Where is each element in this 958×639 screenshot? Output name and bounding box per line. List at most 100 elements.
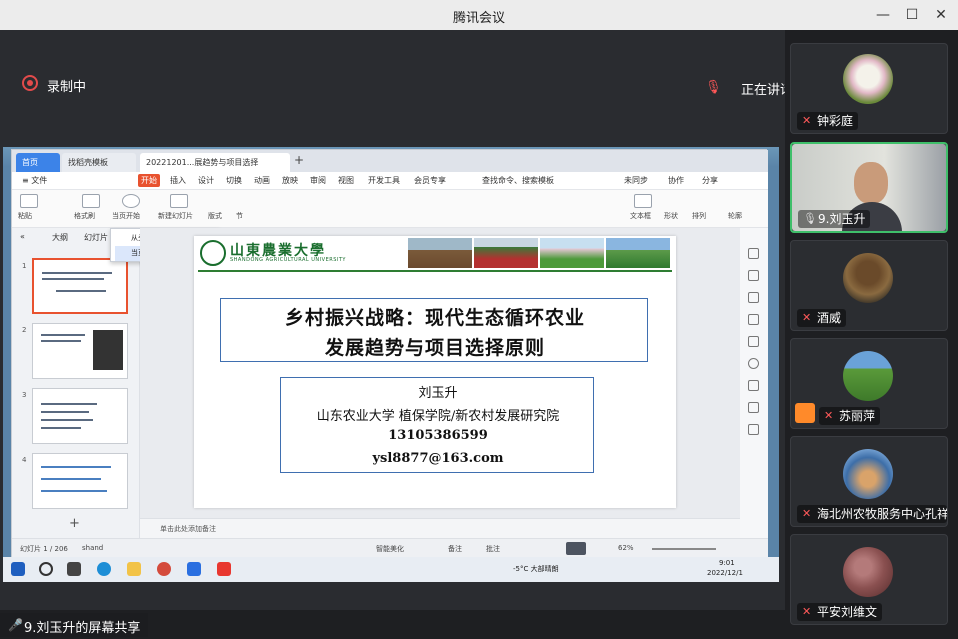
- menu-animation[interactable]: 动画: [254, 175, 270, 186]
- minimize-button[interactable]: —: [872, 4, 894, 26]
- weather[interactable]: -5°C 大部晴朗: [513, 564, 559, 574]
- tool-icon[interactable]: [748, 402, 759, 413]
- title-box[interactable]: 乡村振兴战略：现代生态循环农业 发展趋势与项目选择原则: [220, 298, 648, 362]
- slide-thumbnail[interactable]: [32, 388, 128, 444]
- new-tab-icon[interactable]: +: [294, 153, 304, 167]
- section-label[interactable]: 节: [236, 211, 243, 221]
- slide-thumbnail[interactable]: [32, 453, 128, 509]
- tab-home[interactable]: 首页: [16, 153, 60, 172]
- clock-time[interactable]: 9:01: [719, 559, 735, 567]
- menu-member[interactable]: 会员专享: [414, 175, 446, 186]
- tab-template[interactable]: 找稻壳模板: [62, 153, 136, 172]
- command-search[interactable]: 查找命令、搜索模板: [482, 175, 554, 186]
- tool-icon[interactable]: [748, 292, 759, 303]
- start-current-label[interactable]: 当页开始: [112, 211, 140, 221]
- tab-slides[interactable]: 幻灯片: [84, 232, 108, 243]
- comments-button[interactable]: 批注: [486, 544, 500, 554]
- new-slide-icon[interactable]: [170, 194, 188, 208]
- play-slideshow-button[interactable]: [566, 542, 586, 555]
- arrange-label[interactable]: 排列: [692, 211, 706, 221]
- wps-app-icon[interactable]: [217, 562, 231, 576]
- menu-unsynced[interactable]: 未同步: [624, 175, 648, 186]
- participant-tile[interactable]: ✕ 钟彩庭: [790, 43, 948, 134]
- notes-bar[interactable]: 单击此处添加备注: [140, 518, 740, 538]
- user-icon: [795, 403, 815, 423]
- add-slide-icon[interactable]: +: [69, 516, 80, 531]
- chrome-icon[interactable]: [157, 562, 171, 576]
- participant-avatar: [843, 547, 893, 597]
- tool-icon[interactable]: [748, 270, 759, 281]
- current-slide[interactable]: 山東農業大學 SHANDONG AGRICULTURAL UNIVERSITY …: [194, 236, 676, 508]
- participant-tile[interactable]: 🎙 9.刘玉升: [790, 142, 948, 233]
- paste-icon[interactable]: [20, 194, 38, 208]
- tab-outline[interactable]: 大纲: [52, 232, 68, 243]
- tool-icon[interactable]: [748, 424, 759, 435]
- textbox-icon[interactable]: [634, 194, 652, 208]
- menu-view[interactable]: 视图: [338, 175, 354, 186]
- slide-thumbnail[interactable]: [32, 258, 128, 314]
- wps-status-bar: 幻灯片 1 / 206 shand 智能美化 备注 批注 62%: [12, 538, 768, 558]
- play-icon[interactable]: [122, 194, 140, 208]
- right-toolbar: [740, 228, 768, 538]
- mic-muted-icon: 🎙: [705, 80, 722, 95]
- tencent-meeting-window: 腾讯会议 — ☐ ✕ 录制中 🎙 正在讲话: 9.刘玉升; 首页 找稻壳模板 2…: [0, 0, 958, 639]
- layout-label[interactable]: 版式: [208, 211, 222, 221]
- participant-name: ✕ 海北州农牧服务中心孔祥...: [797, 505, 947, 523]
- smart-beautify-button[interactable]: 智能美化: [376, 544, 404, 554]
- mic-muted-icon: ✕: [802, 605, 812, 618]
- author-info-box[interactable]: 刘玉升 山东农业大学 植保学院/新农村发展研究院 13105386599 ysl…: [280, 377, 594, 473]
- thumb-number: 4: [22, 456, 27, 464]
- author-affiliation: 山东农业大学 植保学院/新农村发展研究院: [316, 409, 560, 424]
- participant-tile[interactable]: ✕ 苏丽萍: [790, 338, 948, 429]
- menu-review[interactable]: 审阅: [310, 175, 326, 186]
- start-icon[interactable]: [11, 562, 25, 576]
- menu-start[interactable]: 开始: [138, 174, 160, 187]
- search-icon[interactable]: [39, 562, 53, 576]
- university-english-name: SHANDONG AGRICULTURAL UNIVERSITY: [230, 257, 346, 263]
- format-painter-icon[interactable]: [82, 194, 100, 208]
- header-divider: [198, 270, 672, 272]
- wps-ribbon: 粘贴 格式刷 当页开始 新建幻灯片 版式 节 文本框 形状 排列 轮廓: [12, 190, 768, 228]
- menu-collab[interactable]: 协作: [668, 175, 684, 186]
- menu-transition[interactable]: 切换: [226, 175, 242, 186]
- tool-icon[interactable]: [748, 336, 759, 347]
- screen-share-text: 9.刘玉升的屏幕共享: [24, 621, 141, 636]
- slide-canvas: 山東農業大學 SHANDONG AGRICULTURAL UNIVERSITY …: [140, 228, 740, 518]
- clock-date[interactable]: 2022/12/1: [707, 569, 743, 577]
- edge-icon[interactable]: [97, 562, 111, 576]
- title-bar: 腾讯会议 — ☐ ✕: [0, 0, 958, 30]
- outline-label[interactable]: 轮廓: [728, 211, 742, 221]
- folder-icon[interactable]: [127, 562, 141, 576]
- maximize-button[interactable]: ☐: [901, 4, 923, 26]
- menu-developer[interactable]: 开发工具: [368, 175, 400, 186]
- tool-icon[interactable]: [748, 248, 759, 259]
- menu-insert[interactable]: 插入: [170, 175, 186, 186]
- tab-document[interactable]: 20221201...展趋势与项目选择: [140, 153, 290, 172]
- wps-menu-bar: ≡ 文件 开始 插入 设计 切换 动画 放映 审阅 视图 开发工具 会员专享 查…: [12, 172, 768, 190]
- tool-icon[interactable]: [748, 380, 759, 391]
- participant-tile[interactable]: ✕ 酒威: [790, 240, 948, 331]
- shape-label[interactable]: 形状: [664, 211, 678, 221]
- menu-slideshow[interactable]: 放映: [282, 175, 298, 186]
- menu-share[interactable]: 分享: [702, 175, 718, 186]
- menu-design[interactable]: 设计: [198, 175, 214, 186]
- university-logo-icon: [200, 240, 226, 266]
- slide-thumbnail[interactable]: [32, 323, 128, 379]
- meeting-app-icon[interactable]: [187, 562, 201, 576]
- participant-tile[interactable]: ✕ 海北州农牧服务中心孔祥...: [790, 436, 948, 527]
- zoom-level[interactable]: 62%: [618, 544, 634, 552]
- paste-label: 粘贴: [18, 212, 32, 220]
- task-view-icon[interactable]: [67, 562, 81, 576]
- help-icon[interactable]: [748, 358, 759, 369]
- menu-file[interactable]: ≡ 文件: [22, 175, 47, 186]
- shared-screen: 首页 找稻壳模板 20221201...展趋势与项目选择 + ≡ 文件 开始 插…: [3, 147, 779, 582]
- notes-button[interactable]: 备注: [448, 544, 462, 554]
- theme-name: shand: [82, 544, 104, 552]
- close-button[interactable]: ✕: [930, 4, 952, 26]
- field-photo: [540, 238, 604, 268]
- zoom-slider[interactable]: [652, 548, 716, 550]
- thumb-number: 1: [22, 262, 27, 270]
- participant-tile[interactable]: ✕ 平安刘维文: [790, 534, 948, 625]
- tool-icon[interactable]: [748, 314, 759, 325]
- collapse-icon[interactable]: «: [20, 232, 25, 241]
